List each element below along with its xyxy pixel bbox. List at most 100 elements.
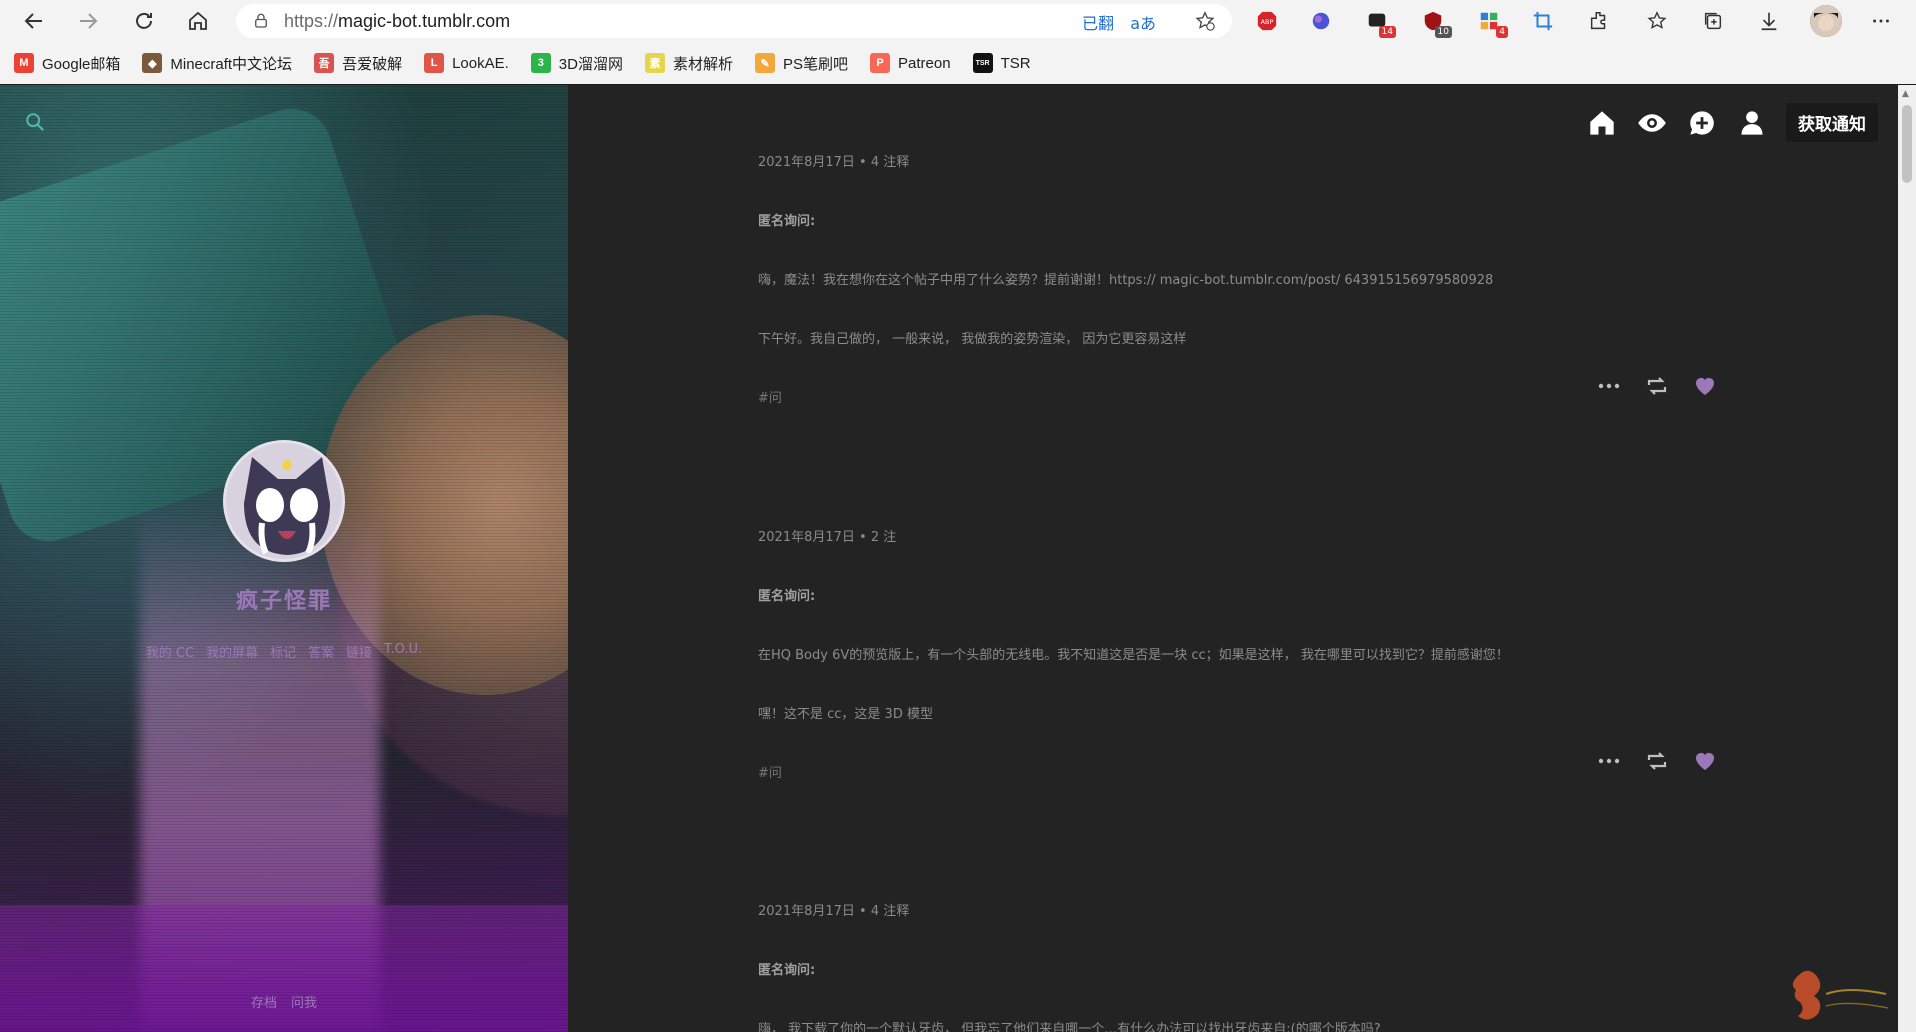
bookmark-item[interactable]: P Patreon — [870, 53, 951, 73]
blog-link-my-screens[interactable]: 我的屏幕 — [206, 642, 258, 661]
lock-icon[interactable] — [252, 12, 270, 30]
url-text[interactable]: https://magic-bot.tumblr.com — [284, 11, 510, 32]
chat-plus-icon — [1690, 110, 1714, 135]
bookmark-label: PS笔刷吧 — [783, 55, 849, 73]
arrow-left-icon — [24, 13, 42, 29]
post-tag[interactable]: #问 — [758, 387, 1718, 406]
bookmark-favicon-icon: 3 — [530, 53, 551, 73]
blog-link-links[interactable]: 链接 — [346, 642, 372, 661]
ellipsis-icon — [1598, 758, 1620, 764]
blog-title[interactable]: 疯子怪罪 — [0, 583, 568, 615]
more-actions-button[interactable] — [1596, 748, 1622, 774]
post-tag[interactable]: #问 — [758, 762, 1718, 781]
refresh-button[interactable] — [118, 0, 170, 42]
blog-link-ask[interactable]: 问我 — [291, 992, 317, 1011]
profile-face-icon — [1810, 5, 1842, 37]
bookmark-item[interactable]: TSR TSR — [972, 53, 1031, 73]
bookmark-favicon-icon: ◆ — [142, 53, 163, 73]
chat-extension-icon[interactable]: 14 — [1364, 8, 1396, 38]
bookmark-label: Patreon — [898, 54, 951, 72]
post-item: 2021年8月17日 • 4 注释 匿名询问: 嗨，魔法！我在想你在这个帖子中用… — [758, 151, 1718, 406]
heart-icon — [1696, 753, 1714, 770]
bookmark-item[interactable]: L LookAE. — [424, 53, 509, 73]
bookmark-favicon-icon: ✎ — [755, 53, 775, 73]
bookmark-item[interactable]: 素素材解析 — [644, 53, 733, 74]
blog-link-my-cc[interactable]: 我的 CC — [146, 642, 194, 661]
post-item: 2021年8月17日 • 2 注 匿名询问: 在HQ Body 6V的预览版上，… — [758, 526, 1718, 781]
like-button[interactable] — [1692, 373, 1718, 399]
bookmark-item[interactable]: ✎ PS笔刷吧 — [755, 53, 848, 74]
post-meta[interactable]: 2021年8月17日 • 2 注 — [758, 526, 1718, 545]
bookmark-label: LookAE. — [452, 54, 509, 72]
post-asker: 匿名询问: — [758, 214, 816, 229]
more-options-icon[interactable] — [1868, 8, 1894, 34]
extension-blue-icon[interactable] — [1308, 8, 1334, 34]
profile-avatar[interactable] — [1810, 5, 1842, 37]
forward-button[interactable] — [62, 0, 114, 42]
post-question: 嗨，魔法！我在想你在这个帖子中用了什么姿势？提前谢谢！https:// magi… — [758, 273, 1494, 288]
post-asker: 匿名询问: — [758, 963, 816, 978]
background-pool-art — [0, 905, 568, 1032]
bookmark-label: Google邮箱 — [42, 55, 121, 73]
url-host: magic-bot.tumblr.com — [338, 10, 511, 31]
like-button[interactable] — [1692, 748, 1718, 774]
extension-grid-icon[interactable]: 4 — [1476, 8, 1508, 38]
search-icon[interactable] — [24, 111, 46, 133]
chat-extension-badge: 14 — [1378, 26, 1396, 38]
bookmark-item[interactable]: 吾吾爱破解 — [314, 53, 402, 74]
bookmark-item[interactable]: 3 3D溜溜网 — [530, 53, 623, 74]
download-icon[interactable] — [1756, 8, 1782, 34]
ask-button[interactable] — [1686, 107, 1718, 139]
page-scrollbar[interactable]: ▲ — [1898, 85, 1916, 1032]
blog-link-answers[interactable]: 答案 — [308, 642, 334, 661]
follow-button[interactable] — [1636, 107, 1668, 139]
get-notifications-button[interactable]: 获取通知 — [1786, 103, 1878, 142]
scroll-up-arrow-icon[interactable]: ▲ — [1902, 89, 1909, 99]
blog-footer-links: 存档 问我 — [0, 992, 568, 1011]
favorites-icon[interactable] — [1644, 8, 1670, 34]
back-button[interactable] — [8, 0, 60, 42]
url-protocol: https:// — [284, 10, 339, 31]
translated-indicator[interactable]: 已翻 — [1082, 10, 1114, 34]
blog-link-tags[interactable]: 标记 — [270, 642, 296, 661]
read-aloud-button[interactable]: aあ — [1130, 10, 1156, 34]
svg-text:ABP: ABP — [1261, 18, 1274, 26]
bookmark-label: Minecraft中文论坛 — [170, 55, 293, 73]
adblock-plus-icon[interactable]: ABP — [1254, 8, 1280, 34]
bookmark-favicon-icon: M — [14, 53, 34, 73]
account-button[interactable] — [1736, 107, 1768, 139]
bookmark-label: 吾爱破解 — [342, 55, 403, 73]
home-button[interactable] — [172, 0, 224, 42]
reblog-button[interactable] — [1644, 748, 1670, 774]
ublock-icon[interactable]: 10 — [1420, 8, 1452, 38]
ellipsis-icon — [1598, 383, 1620, 389]
blog-link-tou[interactable]: T.O.U. — [384, 642, 422, 661]
arrow-right-icon — [80, 13, 98, 29]
post-meta[interactable]: 2021年8月17日 • 4 注释 — [758, 900, 1718, 919]
post-actions — [1596, 748, 1718, 774]
collections-icon[interactable] — [1700, 8, 1726, 34]
blog-sidebar: 疯子怪罪 我的 CC 我的屏幕 标记 答案 链接 T.O.U. 存档 问我 — [0, 85, 568, 1032]
more-actions-button[interactable] — [1596, 373, 1622, 399]
post-question: 嗨， 我下载了你的一个默认牙齿， 但我忘了他们来自哪一个…有什么办法可以找出牙齿… — [758, 1022, 1381, 1032]
blog-nav-links: 我的 CC 我的屏幕 标记 答案 链接 T.O.U. — [0, 642, 568, 661]
address-bar[interactable]: https://magic-bot.tumblr.com 已翻 aあ — [236, 4, 1232, 38]
bookmark-favicon-icon: 吾 — [314, 53, 335, 73]
post-meta[interactable]: 2021年8月17日 • 4 注释 — [758, 151, 1718, 170]
post-item: 2021年8月17日 • 4 注释 匿名询问: 嗨， 我下载了你的一个默认牙齿，… — [758, 900, 1718, 1032]
bookmark-item[interactable]: M Google邮箱 — [14, 53, 120, 74]
extensions-puzzle-icon[interactable] — [1586, 8, 1612, 34]
scrollbar-thumb[interactable] — [1902, 105, 1912, 183]
eye-icon — [1638, 113, 1666, 132]
reblog-button[interactable] — [1644, 373, 1670, 399]
bookmarks-bar: M Google邮箱 ◆ Minecraft中文论坛 吾吾爱破解 L LookAE. 3 3D溜… — [0, 42, 1916, 84]
post-actions — [1596, 373, 1718, 399]
blog-avatar[interactable] — [223, 440, 345, 562]
bookmark-item[interactable]: ◆ Minecraft中文论坛 — [142, 53, 292, 74]
blog-link-archive[interactable]: 存档 — [251, 992, 277, 1011]
bookmark-favicon-icon: 素 — [644, 53, 665, 73]
add-favorite-icon[interactable] — [1194, 10, 1216, 32]
refresh-icon — [136, 12, 152, 29]
extension-crop-icon[interactable] — [1530, 8, 1556, 34]
home-nav-button[interactable] — [1586, 107, 1618, 139]
